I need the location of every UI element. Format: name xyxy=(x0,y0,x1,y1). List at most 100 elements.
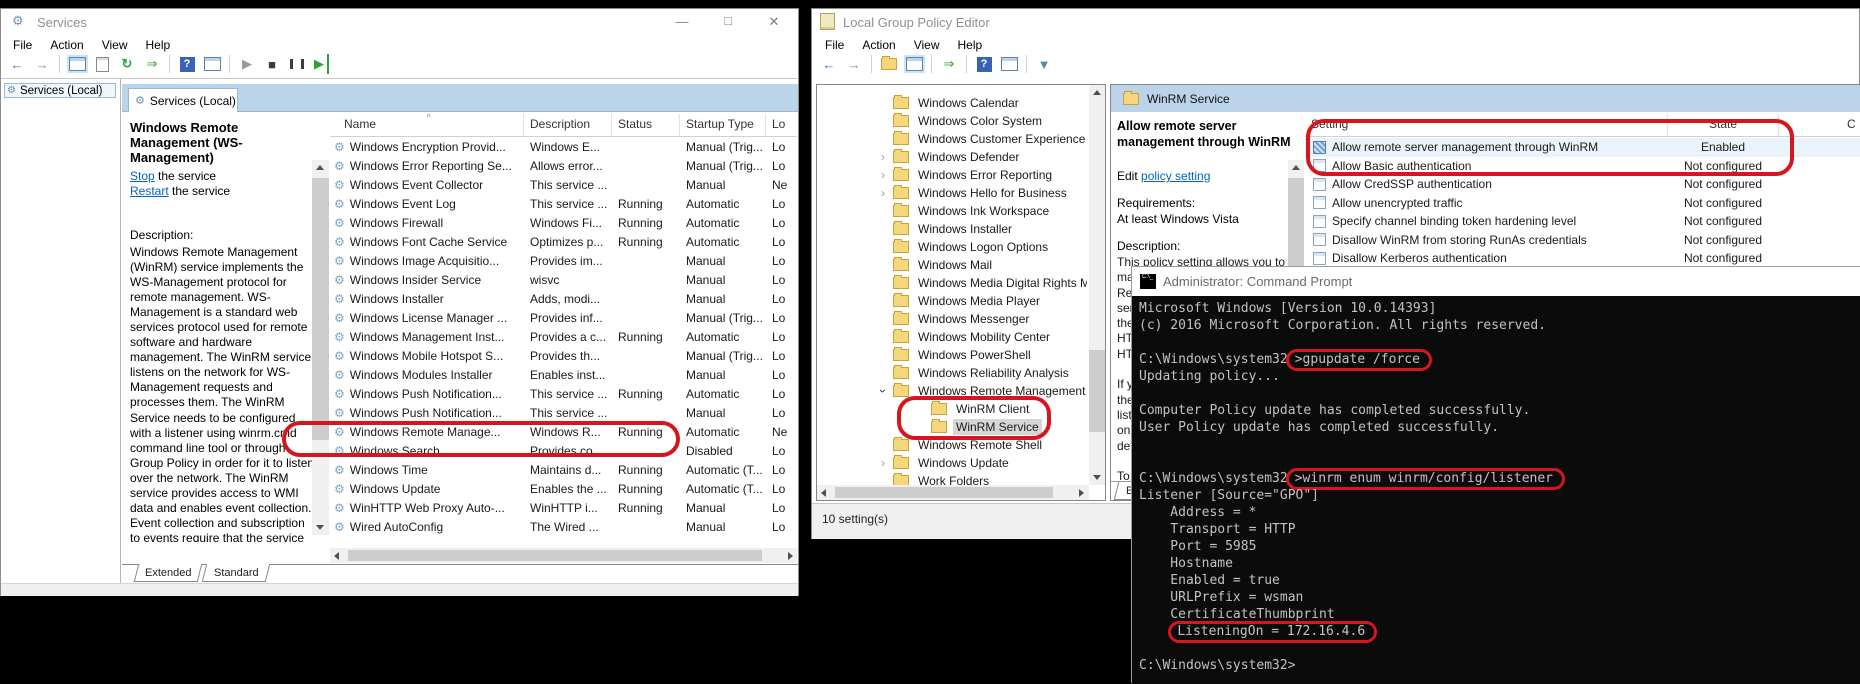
service-row[interactable]: Windows Management Inst... Provides a c.… xyxy=(330,327,797,346)
tree-item[interactable]: Windows Installer xyxy=(817,220,1087,238)
pane-divider[interactable] xyxy=(120,79,121,583)
tree-item[interactable]: Windows Calendar xyxy=(817,94,1087,112)
tree-item[interactable]: Windows Defender xyxy=(817,148,1087,166)
help-icon[interactable]: ? xyxy=(973,54,995,74)
tree-item[interactable]: Windows Update xyxy=(817,454,1087,472)
tree-item[interactable]: Windows Error Reporting xyxy=(817,166,1087,184)
service-row[interactable]: Windows Push Notification... This servic… xyxy=(330,403,797,422)
service-row[interactable]: Wired AutoConfig The Wired ... Manual Lo xyxy=(330,517,797,536)
show-window-icon[interactable] xyxy=(998,54,1020,74)
export-list-icon[interactable]: ⇒ xyxy=(141,54,163,74)
menu-item[interactable]: Help xyxy=(949,36,992,54)
tree-item[interactable]: Windows Reliability Analysis xyxy=(817,364,1087,382)
service-row[interactable]: Windows Firewall Windows Fi... Running A… xyxy=(330,213,797,232)
forward-icon[interactable]: → xyxy=(843,54,865,74)
sidebar-item-services-local[interactable]: ⚙ Services (Local) xyxy=(4,83,116,98)
tree-item[interactable]: Windows Customer Experience Ir xyxy=(817,130,1087,148)
service-row[interactable]: Windows Modules Installer Enables inst..… xyxy=(330,365,797,384)
forward-icon[interactable]: → xyxy=(31,54,53,74)
minimize-button[interactable]: — xyxy=(662,14,702,29)
tree-item[interactable]: Windows Ink Workspace xyxy=(817,202,1087,220)
tree-hscroll-thumb[interactable] xyxy=(835,487,1053,498)
service-row[interactable]: Windows Push Notification... This servic… xyxy=(330,384,797,403)
tab-standard[interactable]: Standard xyxy=(202,564,270,582)
maximize-button[interactable]: □ xyxy=(708,13,748,28)
service-row[interactable]: Windows Update Enables the ... Running A… xyxy=(330,479,797,498)
folder-up-icon[interactable] xyxy=(878,54,900,74)
expander-icon[interactable] xyxy=(873,186,893,200)
service-row[interactable]: WinHTTP Web Proxy Auto-... WinHTTP i... … xyxy=(330,498,797,517)
policy-setting-row[interactable]: Disallow WinRM from storing RunAs creden… xyxy=(1305,231,1860,250)
close-button[interactable]: ✕ xyxy=(754,14,794,30)
expander-icon[interactable] xyxy=(873,150,893,164)
show-window-icon[interactable] xyxy=(201,54,223,74)
policy-setting-row[interactable]: Specify channel binding token hardening … xyxy=(1305,212,1860,231)
console-tree-icon[interactable] xyxy=(66,54,88,74)
policy-setting-row[interactable]: Allow unencrypted traffic Not configured xyxy=(1305,194,1860,213)
column-header-name[interactable]: ^Name xyxy=(330,114,524,136)
column-header-description[interactable]: Description xyxy=(524,114,612,136)
service-row[interactable]: Windows Event Log This service ... Runni… xyxy=(330,194,797,213)
properties-icon[interactable] xyxy=(91,54,113,74)
service-row[interactable]: Windows Font Cache Service Optimizes p..… xyxy=(330,232,797,251)
console-tree-icon[interactable] xyxy=(903,54,925,74)
expander-icon[interactable] xyxy=(873,168,893,182)
service-row[interactable]: Windows Time Maintains d... Running Auto… xyxy=(330,460,797,479)
stop-service-icon[interactable]: ■ xyxy=(261,54,283,74)
back-icon[interactable]: ← xyxy=(818,54,840,74)
service-row[interactable]: Windows Encryption Provid... Windows E..… xyxy=(330,137,797,156)
service-row[interactable]: Windows License Manager ... Provides inf… xyxy=(330,308,797,327)
tree-item[interactable]: Windows Messenger xyxy=(817,310,1087,328)
list-hscrollbar[interactable] xyxy=(330,548,797,563)
tree-item[interactable]: Windows Color System xyxy=(817,112,1087,130)
service-row[interactable]: Windows Error Reporting Se... Allows err… xyxy=(330,156,797,175)
menu-item[interactable]: Action xyxy=(41,36,92,54)
tree-hscrollbar[interactable] xyxy=(817,485,1089,500)
export-list-icon[interactable]: ⇒ xyxy=(938,54,960,74)
expander-icon[interactable] xyxy=(873,384,893,398)
vscroll-thumb[interactable] xyxy=(312,178,329,440)
pause-service-icon[interactable] xyxy=(286,54,308,74)
stop-service-link[interactable]: Stop xyxy=(130,169,155,183)
menu-item[interactable]: File xyxy=(816,36,853,54)
menu-item[interactable]: File xyxy=(4,36,41,54)
hscroll-thumb[interactable] xyxy=(348,550,762,561)
menu-item[interactable]: View xyxy=(905,36,949,54)
tree-item[interactable]: Windows PowerShell xyxy=(817,346,1087,364)
service-row[interactable]: Windows Insider Service wisvc Manual Lo xyxy=(330,270,797,289)
tree-vscroll-thumb[interactable] xyxy=(1089,350,1105,432)
restart-service-icon[interactable]: ▶ xyxy=(311,54,329,74)
refresh-icon[interactable]: ↻ xyxy=(116,54,138,74)
edit-policy-setting-link[interactable]: policy setting xyxy=(1141,169,1210,183)
tree-vscrollbar[interactable] xyxy=(1089,85,1105,485)
service-row[interactable]: Windows Event Collector This service ...… xyxy=(330,175,797,194)
menu-item[interactable]: View xyxy=(93,36,137,54)
cmd-window[interactable]: C:\_ Administrator: Command Prompt Micro… xyxy=(1131,266,1860,683)
column-header-startup-type[interactable]: Startup Type xyxy=(680,114,766,136)
cmd-titlebar[interactable]: C:\_ Administrator: Command Prompt xyxy=(1132,267,1860,296)
column-header-status[interactable]: Status xyxy=(612,114,680,136)
panel-vscrollbar[interactable] xyxy=(312,160,329,535)
policy-setting-row[interactable]: Disallow Kerberos authentication Not con… xyxy=(1305,249,1860,268)
tree-item[interactable]: Windows Mail xyxy=(817,256,1087,274)
tree-item[interactable]: Windows Logon Options xyxy=(817,238,1087,256)
tree-item[interactable]: Work Folders xyxy=(817,472,1087,486)
back-icon[interactable]: ← xyxy=(6,54,28,74)
policy-setting-row[interactable]: Allow CredSSP authentication Not configu… xyxy=(1305,175,1860,194)
restart-service-link[interactable]: Restart xyxy=(130,184,169,198)
help-icon[interactable]: ? xyxy=(176,54,198,74)
filter-icon[interactable]: ▼ xyxy=(1033,54,1055,74)
expander-icon[interactable] xyxy=(873,456,893,470)
tree-item[interactable]: Windows Mobility Center xyxy=(817,328,1087,346)
service-row[interactable]: Windows Image Acquisitio... Provides im.… xyxy=(330,251,797,270)
service-row[interactable]: Windows Installer Adds, modi... Manual L… xyxy=(330,289,797,308)
start-service-icon[interactable]: ▶ xyxy=(236,54,258,74)
menu-item[interactable]: Help xyxy=(137,36,180,54)
menu-item[interactable]: Action xyxy=(853,36,904,54)
service-row[interactable]: Windows Mobile Hotspot S... Provides th.… xyxy=(330,346,797,365)
column-header-logon[interactable]: Lo xyxy=(766,114,797,136)
tree-item[interactable]: Windows Media Digital Rights M xyxy=(817,274,1087,292)
tab-extended[interactable]: Extended xyxy=(134,564,202,582)
tree-item[interactable]: Windows Hello for Business xyxy=(817,184,1087,202)
tree-item[interactable]: Windows Media Player xyxy=(817,292,1087,310)
